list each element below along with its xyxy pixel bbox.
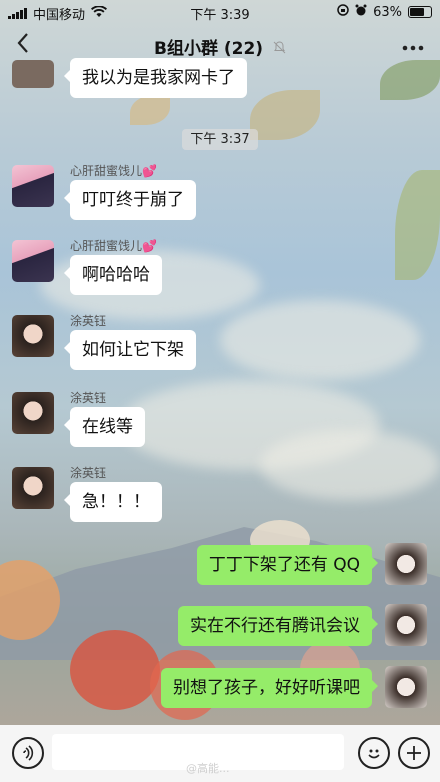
avatar[interactable]: [12, 467, 54, 509]
message-bubble[interactable]: 别想了孩子，好好听课吧: [161, 668, 378, 708]
battery-icon: [408, 6, 432, 18]
message-bubble[interactable]: 叮叮终于崩了: [64, 180, 196, 220]
ellipsis-icon[interactable]: [402, 32, 424, 56]
avatar[interactable]: [12, 315, 54, 357]
battery-percent: 63%: [373, 4, 402, 20]
message-bubble[interactable]: 如何让它下架: [64, 330, 196, 370]
alarm-icon: [355, 4, 367, 20]
voice-icon[interactable]: [12, 737, 44, 769]
avatar[interactable]: [385, 604, 427, 646]
bell-slash-icon: [273, 41, 286, 57]
message-bubble[interactable]: 丁丁下架了还有 QQ: [196, 545, 379, 585]
rotation-lock-icon: [337, 4, 349, 20]
status-bar: 中国移动 下午 3:39 63%: [0, 0, 440, 24]
message-bubble[interactable]: 啊哈哈哈: [64, 255, 162, 295]
emoji-icon[interactable]: [358, 737, 390, 769]
sender-name: 涂英钰: [70, 466, 107, 480]
message-bubble[interactable]: 实在不行还有腾讯会议: [178, 606, 378, 646]
message-bubble[interactable]: 我以为是我家网卡了: [64, 58, 247, 98]
sender-name: 涂英钰: [70, 391, 107, 405]
avatar[interactable]: [12, 240, 54, 282]
avatar[interactable]: [12, 165, 54, 207]
message-bubble[interactable]: 急！！！: [64, 482, 162, 522]
avatar[interactable]: [385, 666, 427, 708]
sender-name: 心肝甜蜜饯儿💕: [70, 164, 157, 178]
message-bubble[interactable]: 在线等: [64, 407, 145, 447]
avatar[interactable]: [12, 392, 54, 434]
avatar[interactable]: [385, 543, 427, 585]
watermark: @高能...: [186, 762, 230, 775]
chat-wallpaper: [0, 0, 440, 782]
plus-icon[interactable]: [398, 737, 430, 769]
avatar[interactable]: [12, 60, 54, 88]
timestamp: 下午 3:37: [0, 128, 440, 150]
sender-name: 心肝甜蜜饯儿💕: [70, 239, 157, 253]
sender-name: 涂英钰: [70, 314, 107, 328]
chat-title: B组小群 (22): [154, 39, 264, 59]
